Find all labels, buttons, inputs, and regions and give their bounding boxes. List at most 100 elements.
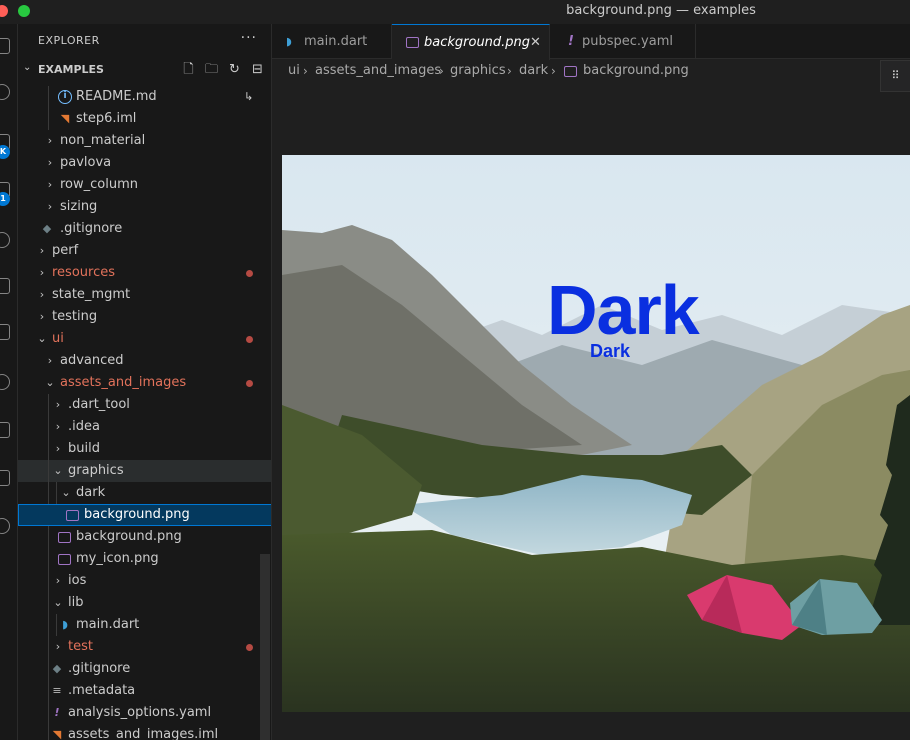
chevron-down-icon: ⌄ bbox=[45, 376, 55, 389]
tree-item-non-material[interactable]: › non_material bbox=[18, 130, 271, 152]
search-icon[interactable] bbox=[0, 84, 10, 100]
dart-icon: ◗ bbox=[286, 35, 292, 48]
breadcrumb-dark[interactable]: dark bbox=[519, 60, 548, 82]
breadcrumb-ui[interactable]: ui bbox=[288, 60, 300, 82]
tab-pubspec-yaml[interactable]: ! pubspec.yaml bbox=[550, 24, 696, 59]
rss-file-icon: ◥ bbox=[52, 728, 62, 740]
chevron-right-icon: › bbox=[47, 156, 53, 169]
chevron-right-icon: › bbox=[39, 244, 45, 257]
git-icon: ◆ bbox=[52, 662, 62, 675]
tab-main-dart[interactable]: ◗ main.dart bbox=[272, 24, 392, 59]
tree-item-build[interactable]: › build bbox=[18, 438, 271, 460]
breadcrumb-assets[interactable]: assets_and_images bbox=[315, 60, 441, 82]
tab-background-png[interactable]: background.png ✕ bbox=[392, 24, 550, 60]
tree-item-graphics[interactable]: ⌄ graphics bbox=[18, 460, 271, 482]
chevron-right-icon: › bbox=[39, 288, 45, 301]
more-actions-icon[interactable]: ··· bbox=[241, 30, 257, 46]
tree-item-idea[interactable]: › .idea bbox=[18, 416, 271, 438]
tree-item-assets-and-images[interactable]: ⌄ assets_and_images bbox=[18, 372, 271, 394]
follow-link-icon[interactable]: ↳ bbox=[244, 86, 253, 108]
chevron-down-icon: ⌄ bbox=[37, 332, 47, 345]
tree-item-assets-iml[interactable]: ◥ assets_and_images.iml bbox=[18, 724, 271, 740]
overlay-subtitle: Dark bbox=[590, 341, 631, 361]
chevron-right-icon: › bbox=[55, 442, 61, 455]
new-file-icon[interactable]: 🗋 bbox=[180, 61, 197, 78]
chevron-right-icon: › bbox=[55, 420, 61, 433]
image-file-icon bbox=[58, 554, 71, 565]
collapse-all-icon[interactable]: ⊟ bbox=[249, 61, 266, 78]
tree-item-readme[interactable]: i README.md ↳ bbox=[18, 86, 271, 108]
chevron-right-icon: › bbox=[47, 178, 53, 191]
chevron-right-icon: › bbox=[55, 398, 61, 411]
tree-item-state-mgmt[interactable]: › state_mgmt bbox=[18, 284, 271, 306]
tree-item-resources[interactable]: › resources bbox=[18, 262, 271, 284]
tree-item-step6-iml[interactable]: ◥ step6.iml bbox=[18, 108, 271, 130]
title-bar: background.png — examples bbox=[0, 0, 910, 24]
tree-item-metadata[interactable]: ≡ .metadata bbox=[18, 680, 271, 702]
tree-item-ios[interactable]: › ios bbox=[18, 570, 271, 592]
git-icon: ◆ bbox=[42, 222, 52, 235]
rss-file-icon: ◥ bbox=[60, 112, 70, 125]
tree-item-test[interactable]: › test bbox=[18, 636, 271, 658]
tree-item-ui[interactable]: ⌄ ui bbox=[18, 328, 271, 350]
tree-item-lib[interactable]: ⌄ lib bbox=[18, 592, 271, 614]
explorer-header: EXPLORER bbox=[38, 34, 100, 47]
chevron-right-icon: › bbox=[439, 64, 444, 78]
workspace-section-header[interactable]: ⌄ EXAMPLES 🗋 🗀 ↻ ⊟ bbox=[18, 59, 271, 81]
chevron-right-icon: › bbox=[39, 310, 45, 323]
tree-item-my-icon-png[interactable]: my_icon.png bbox=[18, 548, 271, 570]
tree-item-main-dart[interactable]: ◗ main.dart bbox=[18, 614, 271, 636]
info-icon: i bbox=[58, 90, 72, 104]
yaml-icon: ! bbox=[54, 706, 60, 719]
image-file-icon bbox=[66, 510, 79, 521]
chevron-right-icon: › bbox=[47, 200, 53, 213]
tree-item-ui-gitignore[interactable]: ◆ .gitignore bbox=[18, 658, 271, 680]
modified-dot bbox=[246, 336, 253, 343]
tree-item-advanced[interactable]: › advanced bbox=[18, 350, 271, 372]
tree-item-dark[interactable]: ⌄ dark bbox=[18, 482, 271, 504]
close-tab-icon[interactable]: ✕ bbox=[530, 25, 541, 60]
image-file-icon bbox=[406, 37, 419, 48]
activity-bar: K 1 bbox=[0, 24, 18, 740]
settings-gear-icon[interactable] bbox=[0, 518, 10, 534]
tree-item-dark-background-png[interactable]: background.png bbox=[18, 504, 271, 526]
explorer-icon[interactable] bbox=[0, 38, 10, 54]
image-file-icon bbox=[58, 532, 71, 543]
tree-item-sizing[interactable]: › sizing bbox=[18, 196, 271, 218]
dart-icon: ◗ bbox=[62, 618, 68, 631]
tree-item-row-column[interactable]: › row_column bbox=[18, 174, 271, 196]
tree-item-testing[interactable]: › testing bbox=[18, 306, 271, 328]
tree-item-pavlova[interactable]: › pavlova bbox=[18, 152, 271, 174]
database-icon[interactable] bbox=[0, 422, 10, 438]
sidebar-scrollbar[interactable] bbox=[260, 554, 270, 740]
chevron-down-icon: ⌄ bbox=[53, 464, 63, 477]
yaml-icon: ! bbox=[568, 34, 574, 49]
lines-file-icon: ≡ bbox=[52, 684, 62, 697]
layers-icon[interactable] bbox=[0, 470, 10, 486]
drag-handle-icon[interactable]: ⠿ bbox=[880, 60, 910, 92]
tree-item-dart-tool[interactable]: › .dart_tool bbox=[18, 394, 271, 416]
remote-icon[interactable] bbox=[0, 232, 10, 248]
chevron-down-icon: ⌄ bbox=[23, 62, 32, 73]
chevron-right-icon: › bbox=[47, 354, 53, 367]
chevron-right-icon: › bbox=[507, 64, 512, 78]
run-debug-badge: 1 bbox=[0, 192, 10, 206]
source-control-badge: K bbox=[0, 145, 10, 159]
extensions-icon[interactable] bbox=[0, 278, 10, 294]
file-tree: i README.md ↳ ◥ step6.iml › non_material… bbox=[18, 86, 271, 740]
tree-item-perf[interactable]: › perf bbox=[18, 240, 271, 262]
breadcrumb-file[interactable]: background.png bbox=[583, 60, 689, 82]
tree-item-gitignore[interactable]: ◆ .gitignore bbox=[18, 218, 271, 240]
new-folder-icon[interactable]: 🗀 bbox=[203, 61, 220, 78]
testing-icon[interactable] bbox=[0, 324, 10, 340]
tree-item-background-png[interactable]: background.png bbox=[18, 526, 271, 548]
breadcrumb-graphics[interactable]: graphics bbox=[450, 60, 506, 82]
overlay-title: Dark bbox=[547, 271, 700, 349]
refresh-icon[interactable]: ↻ bbox=[226, 61, 243, 78]
flutter-icon[interactable] bbox=[0, 374, 10, 390]
chevron-right-icon: › bbox=[55, 640, 61, 653]
vscode-window: background.png — examples K 1 EXPLORER ·… bbox=[0, 0, 910, 740]
tree-item-analysis-options[interactable]: ! analysis_options.yaml bbox=[18, 702, 271, 724]
editor-tab-bar: ◗ main.dart background.png ✕ ! pubspec.y… bbox=[272, 24, 910, 60]
chevron-right-icon: › bbox=[39, 266, 45, 279]
